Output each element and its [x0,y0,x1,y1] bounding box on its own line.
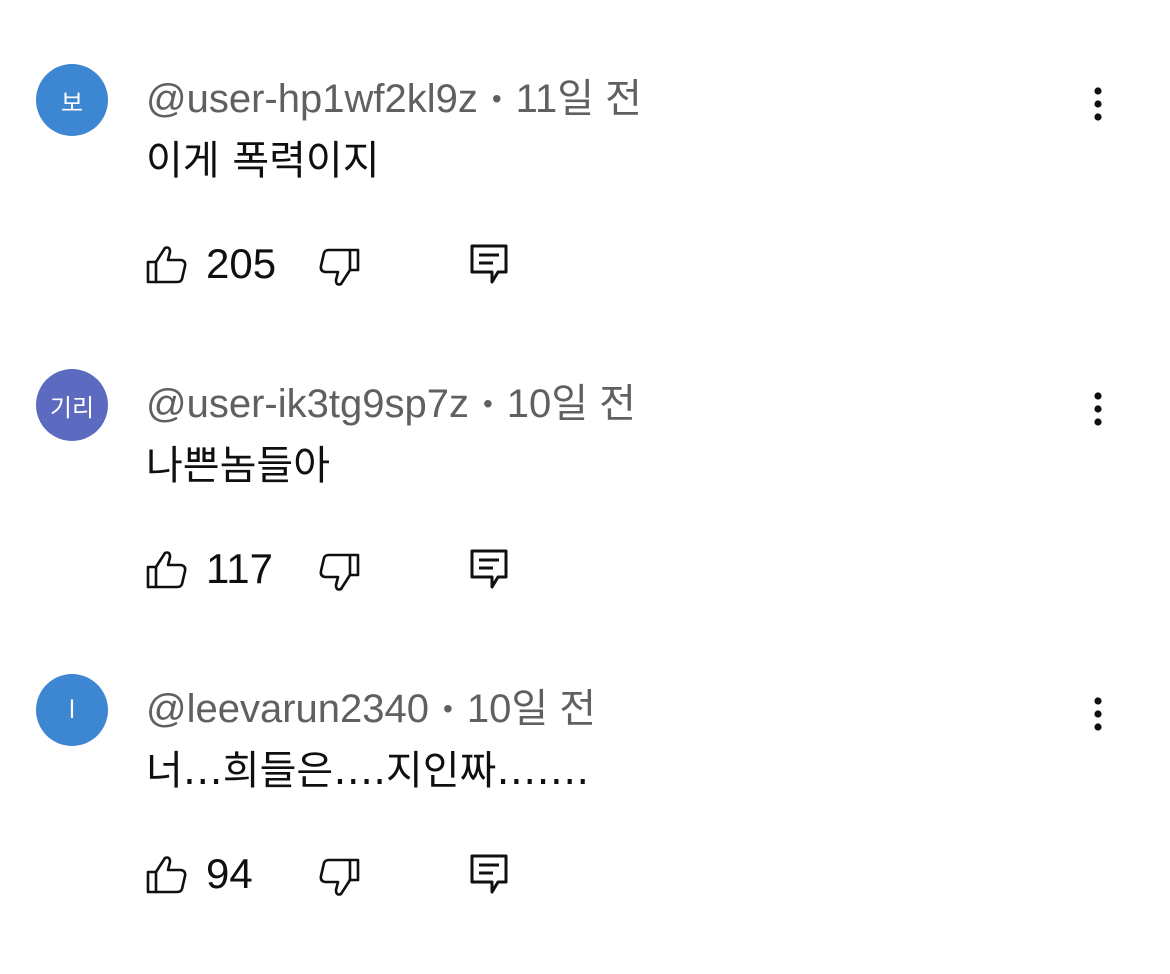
header-separator: • [443,693,453,724]
reply-comment-icon[interactable] [468,242,510,286]
comment-item: l @leevarun2340 • 10일 전 너…희들은….지인짜……. 94 [0,674,1170,974]
comment-item: 기리 @user-ik3tg9sp7z • 10일 전 나쁜놈들아 117 [0,369,1170,669]
comment-actions: 205 [146,234,566,294]
comment-actions: 94 [146,844,566,904]
comments-list: 보 @user-hp1wf2kl9z • 11일 전 이게 폭력이지 205 기… [0,0,1170,955]
comment-author[interactable]: @leevarun2340 [146,687,429,731]
avatar[interactable]: l [36,674,108,746]
comment-time[interactable]: 10일 전 [467,687,596,731]
like-count: 117 [206,545,273,592]
avatar[interactable]: 보 [36,64,108,136]
more-actions-button[interactable] [1078,385,1118,433]
thumb-down-icon[interactable] [318,856,360,898]
like-count: 205 [206,240,277,287]
avatar-initial: 기리 [49,393,95,422]
more-actions-button[interactable] [1078,80,1118,128]
comment-actions: 117 [146,539,566,599]
avatar-initial: l [68,696,76,724]
comment-text: 이게 폭력이지 [146,138,380,184]
header-separator: • [491,83,502,114]
vertical-dots-icon [1094,87,1102,121]
header-separator: • [482,388,493,419]
comment-header: @user-ik3tg9sp7z • 10일 전 [146,375,636,433]
thumb-up-icon[interactable] [146,549,188,591]
comment-time[interactable]: 10일 전 [507,382,636,426]
comment-author[interactable]: @user-ik3tg9sp7z [146,382,469,426]
comment-header: @leevarun2340 • 10일 전 [146,680,596,738]
comment-header: @user-hp1wf2kl9z • 11일 전 [146,70,642,128]
vertical-dots-icon [1094,697,1102,731]
reply-comment-icon[interactable] [468,547,510,591]
comment-item: 보 @user-hp1wf2kl9z • 11일 전 이게 폭력이지 205 [0,64,1170,364]
comment-text: 나쁜놈들아 [146,443,330,489]
thumb-up-icon[interactable] [146,244,188,286]
avatar-initial: 보 [60,88,84,117]
more-actions-button[interactable] [1078,690,1118,738]
vertical-dots-icon [1094,392,1102,426]
comment-author[interactable]: @user-hp1wf2kl9z [146,77,478,121]
thumb-up-icon[interactable] [146,854,188,896]
avatar[interactable]: 기리 [36,369,108,441]
thumb-down-icon[interactable] [318,551,360,593]
thumb-down-icon[interactable] [318,246,360,288]
comment-time[interactable]: 11일 전 [516,77,642,121]
comment-text: 너…희들은….지인짜……. [146,748,590,794]
reply-comment-icon[interactable] [468,852,510,896]
like-count: 94 [206,850,253,897]
